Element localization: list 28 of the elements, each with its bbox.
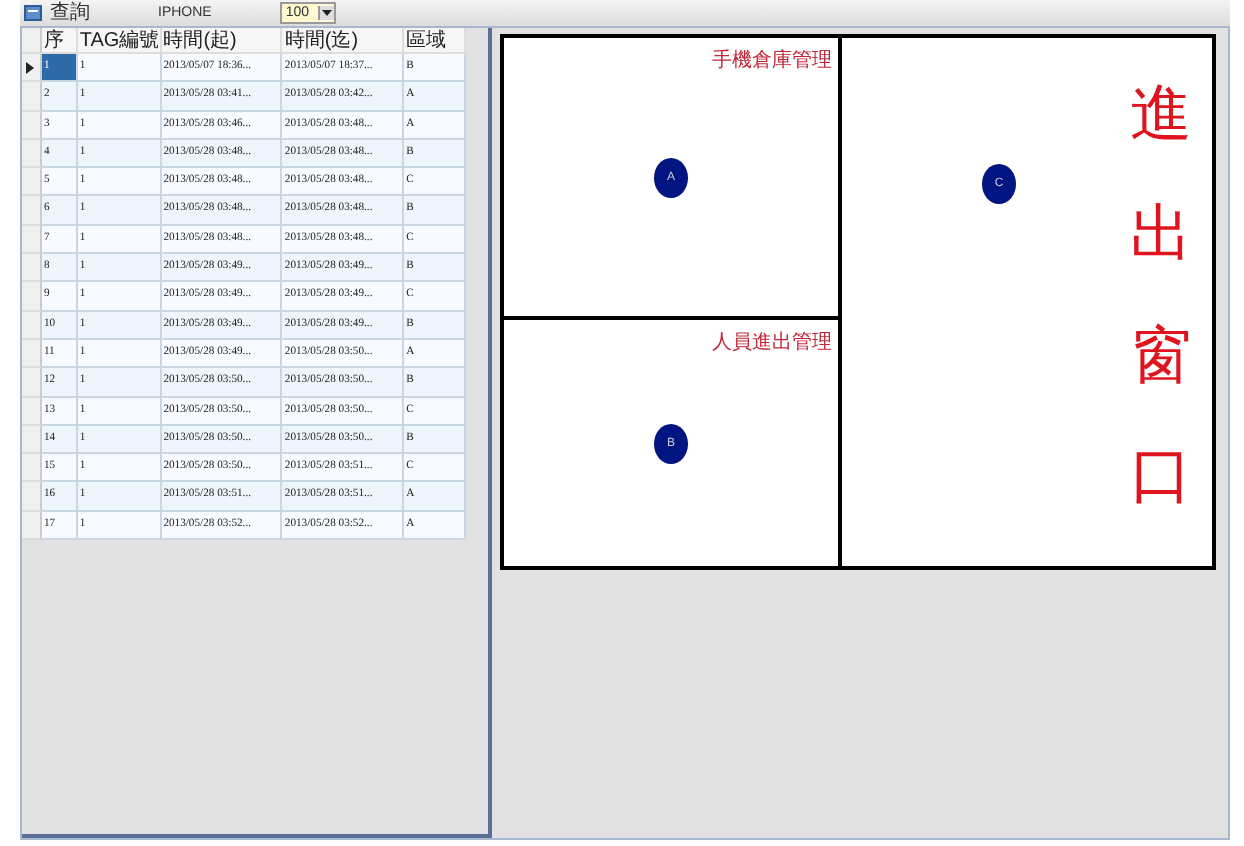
zone-label: 人員進出管理 [712,329,832,356]
row-header-cell[interactable] [22,82,42,112]
column-header[interactable]: 區域 [404,28,466,54]
column-header[interactable]: 序 [41,28,78,54]
row-header-cell[interactable] [22,482,42,512]
row-header-cell[interactable] [22,282,42,312]
row-header-cell[interactable] [22,168,42,197]
column-header[interactable]: TAG編號 [77,28,162,54]
row-header-cell[interactable] [22,139,42,169]
row-header-cell[interactable] [22,397,42,426]
row-header-cell[interactable] [22,311,42,340]
row-header-cell[interactable] [22,425,42,455]
column-header[interactable]: 時間(起) [161,28,283,54]
zone-label: 手機倉庫管理 [712,47,832,74]
row-header-cell [22,28,42,54]
row-header-cell[interactable] [22,111,42,140]
row-header-cell[interactable] [22,54,42,83]
row-header-cell[interactable] [22,368,42,398]
gate-label: 進出窗口 [1130,76,1192,515]
row-header-cell[interactable] [22,511,42,541]
row-header-cell[interactable] [22,254,42,283]
row-header-cell[interactable] [22,339,42,369]
query-label[interactable]: 查詢 [50,2,90,24]
row-header-cell[interactable] [22,454,42,483]
column-header[interactable]: 時間(迄) [282,28,405,54]
caret-icon [317,6,334,20]
row-header-cell[interactable] [22,196,42,226]
row-header-cell[interactable] [22,225,42,255]
